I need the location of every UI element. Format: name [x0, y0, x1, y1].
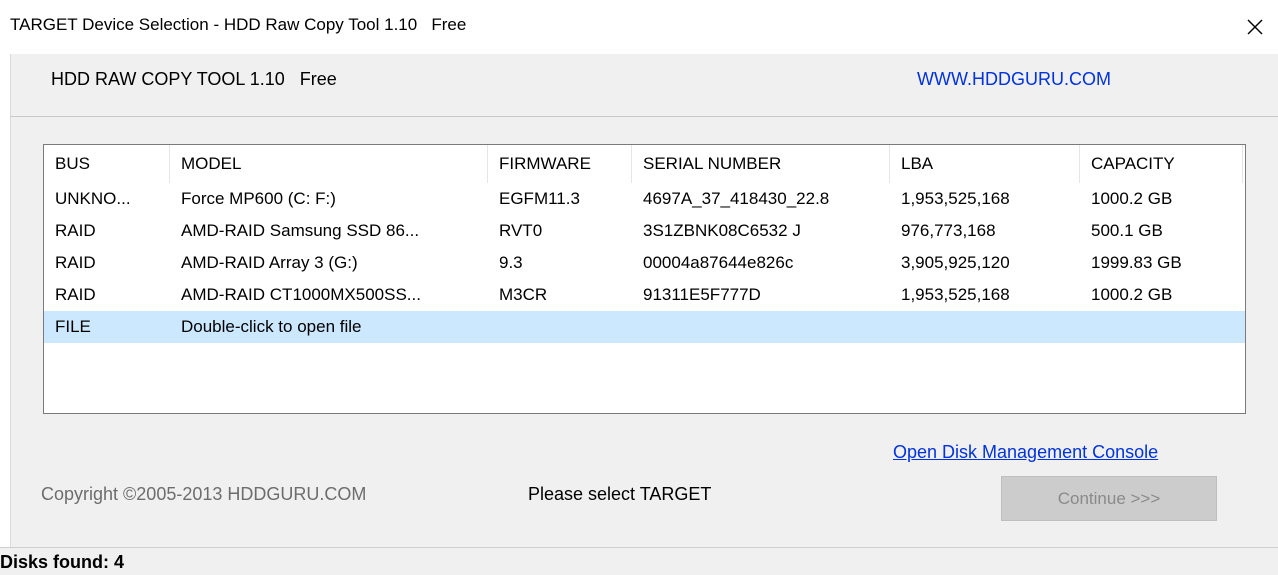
column-header-serial-number[interactable]: SERIAL NUMBER — [632, 145, 890, 183]
cell-capacity: 500.1 GB — [1091, 221, 1163, 240]
disk-list[interactable]: BUS MODEL FIRMWARE SERIAL NUMBER LBA CAP… — [43, 144, 1246, 414]
list-row[interactable]: RAID AMD-RAID Array 3 (G:) 9.3 00004a876… — [44, 247, 1245, 279]
cell-firmware: 9.3 — [499, 253, 523, 272]
app-name: HDD RAW COPY TOOL 1.10 Free — [51, 69, 337, 89]
cell-capacity: 1999.83 GB — [1091, 253, 1182, 272]
close-icon — [1247, 19, 1263, 35]
column-header-firmware[interactable]: FIRMWARE — [488, 145, 632, 183]
cell-serial: 3S1ZBNK08C6532 J — [643, 221, 801, 240]
cell-serial: 91311E5F777D — [643, 285, 761, 304]
list-row[interactable]: UNKNO... Force MP600 (C: F:) EGFM11.3 46… — [44, 183, 1245, 215]
cell-firmware: M3CR — [499, 285, 548, 304]
disk-management-link[interactable]: Open Disk Management Console — [893, 442, 1158, 463]
cell-serial: 00004a87644e826c — [643, 253, 794, 272]
cell-capacity: 1000.2 GB — [1091, 285, 1173, 304]
website-link[interactable]: WWW.HDDGURU.COM — [917, 69, 1111, 90]
cell-bus: RAID — [55, 253, 96, 272]
cell-bus: UNKNO... — [55, 189, 131, 208]
cell-bus: RAID — [55, 285, 96, 304]
cell-capacity: 1000.2 GB — [1091, 189, 1173, 208]
status-bar: Disks found: 4 — [0, 548, 1278, 575]
cell-model: Double-click to open file — [181, 317, 362, 336]
column-header-capacity[interactable]: CAPACITY — [1080, 145, 1243, 183]
continue-button[interactable]: Continue >>> — [1001, 476, 1217, 521]
disks-found-status: Disks found: 4 — [0, 552, 125, 572]
column-header-lba[interactable]: LBA — [890, 145, 1080, 183]
header-band: HDD RAW COPY TOOL 1.10 Free WWW.HDDGURU.… — [11, 54, 1278, 116]
cell-lba: 976,773,168 — [901, 221, 996, 240]
header-divider — [11, 116, 1278, 117]
cell-model: AMD-RAID Samsung SSD 86... — [181, 221, 420, 240]
copyright-text: Copyright ©2005-2013 HDDGURU.COM — [41, 484, 367, 504]
cell-lba: 1,953,525,168 — [901, 189, 1010, 208]
window-title: TARGET Device Selection - HDD Raw Copy T… — [10, 15, 467, 34]
cell-lba: 3,905,925,120 — [901, 253, 1010, 272]
column-header-model[interactable]: MODEL — [170, 145, 488, 183]
cell-serial: 4697A_37_418430_22.8 — [643, 189, 830, 208]
cell-model: Force MP600 (C: F:) — [181, 189, 336, 208]
column-header-bus[interactable]: BUS — [44, 145, 170, 183]
list-header: BUS MODEL FIRMWARE SERIAL NUMBER LBA CAP… — [44, 145, 1245, 183]
close-button[interactable] — [1232, 0, 1278, 54]
cell-model: AMD-RAID Array 3 (G:) — [181, 253, 358, 272]
list-rows: UNKNO... Force MP600 (C: F:) EGFM11.3 46… — [44, 183, 1245, 343]
select-target-prompt: Please select TARGET — [528, 484, 712, 504]
title-bar: TARGET Device Selection - HDD Raw Copy T… — [0, 0, 1278, 54]
cell-firmware: RVT0 — [499, 221, 543, 240]
list-row[interactable]: RAID AMD-RAID CT1000MX500SS... M3CR 9131… — [44, 279, 1245, 311]
cell-bus: FILE — [55, 317, 91, 336]
cell-model: AMD-RAID CT1000MX500SS... — [181, 285, 421, 304]
list-row-file[interactable]: FILE Double-click to open file — [44, 311, 1245, 343]
list-row[interactable]: RAID AMD-RAID Samsung SSD 86... RVT0 3S1… — [44, 215, 1245, 247]
cell-firmware: EGFM11.3 — [499, 189, 580, 208]
cell-bus: RAID — [55, 221, 96, 240]
dialog-body: HDD RAW COPY TOOL 1.10 Free WWW.HDDGURU.… — [10, 54, 1278, 547]
cell-lba: 1,953,525,168 — [901, 285, 1010, 304]
